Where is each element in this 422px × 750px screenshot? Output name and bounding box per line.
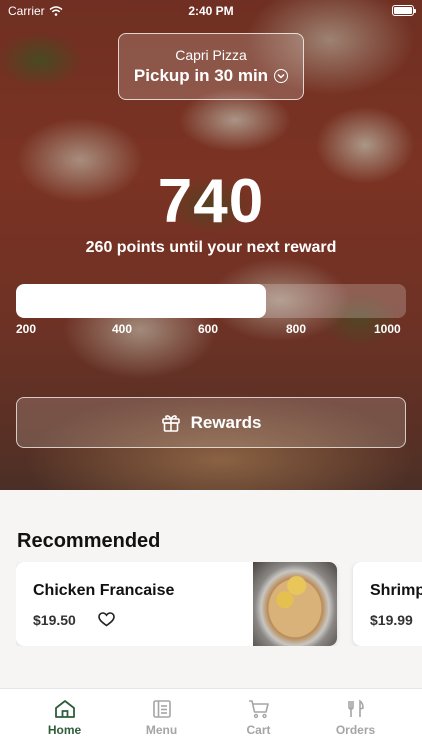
tick-label: 1000 [374, 322, 401, 336]
cart-icon [248, 700, 269, 719]
heart-icon[interactable] [98, 612, 115, 627]
home-icon [54, 700, 75, 718]
tick-label: 800 [286, 322, 307, 336]
store-name: Capri Pizza [175, 47, 247, 63]
tick-label: 400 [112, 322, 133, 336]
recommended-card[interactable]: Chicken Francaise $19.50 [16, 562, 337, 646]
points-subtitle: 260 points until your next reward [85, 239, 337, 256]
store-selector[interactable]: Capri Pizza Pickup in 30 min [118, 33, 304, 100]
battery-icon [392, 5, 416, 16]
tab-label: Cart [246, 723, 271, 737]
item-price: $19.50 [33, 612, 76, 628]
rewards-button[interactable]: Rewards [16, 397, 406, 448]
gift-icon [161, 414, 180, 432]
tick-label: 600 [198, 322, 219, 336]
progress-fill [16, 284, 266, 318]
rewards-progress-bar [16, 284, 406, 318]
item-photo [253, 562, 337, 646]
tab-cart[interactable]: Cart [210, 689, 307, 750]
progress-ticks: 200 400 600 800 1000 [16, 322, 406, 338]
recommended-carousel[interactable]: Chicken Francaise $19.50 Shrimp $19.99 [16, 562, 422, 646]
tab-orders[interactable]: Orders [307, 689, 404, 750]
tab-menu[interactable]: Menu [113, 689, 210, 750]
tab-label: Home [47, 723, 82, 737]
pickup-time-row: Pickup in 30 min [119, 66, 303, 86]
tab-home[interactable]: Home [16, 689, 113, 750]
menu-icon [152, 700, 171, 718]
recommended-card[interactable]: Shrimp $19.99 [353, 562, 422, 646]
tab-label: Menu [145, 723, 178, 737]
tab-bar: Home Menu Cart Orders [0, 688, 422, 750]
pickup-time: Pickup in 30 min [133, 66, 269, 85]
clock: 2:40 PM [188, 4, 234, 18]
rewards-button-label: Rewards [190, 412, 262, 432]
recommended-title: Recommended [17, 530, 161, 552]
tick-label: 200 [16, 322, 37, 336]
chevron-down-icon [274, 69, 289, 83]
points-value: 740 [157, 167, 265, 236]
item-price: $19.99 [370, 612, 413, 628]
orders-icon [347, 699, 364, 717]
status-bar: Carrier 2:40 PM [0, 0, 422, 22]
item-name: Shrimp [370, 582, 422, 599]
item-name: Chicken Francaise [33, 582, 175, 599]
tab-label: Orders [335, 723, 376, 737]
